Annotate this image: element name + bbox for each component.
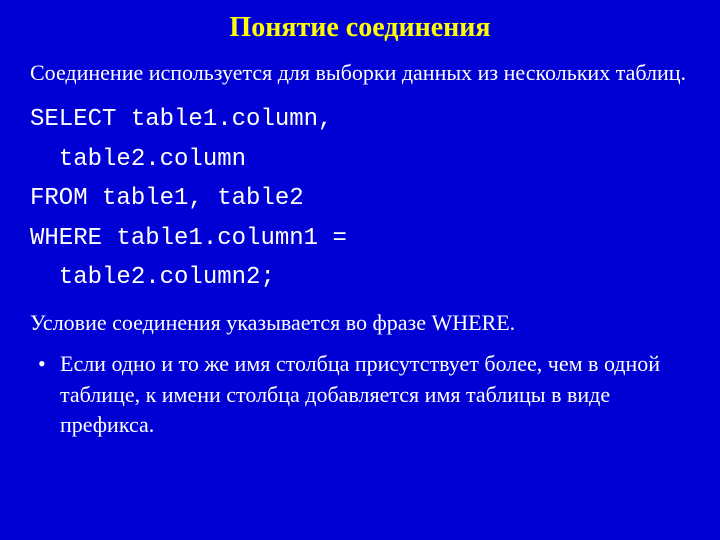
bullet-list: Если одно и то же имя столбца присутству… [30,349,690,441]
sql-code-block: SELECT table1.column, table2.column FROM… [30,100,690,298]
intro-paragraph: Соединение используется для выборки данн… [30,56,690,90]
bullet-item: Если одно и то же имя столбца присутству… [30,349,690,441]
note-paragraph: Условие соединения указывается во фразе … [30,308,690,339]
slide-title: Понятие соединения [30,12,690,44]
